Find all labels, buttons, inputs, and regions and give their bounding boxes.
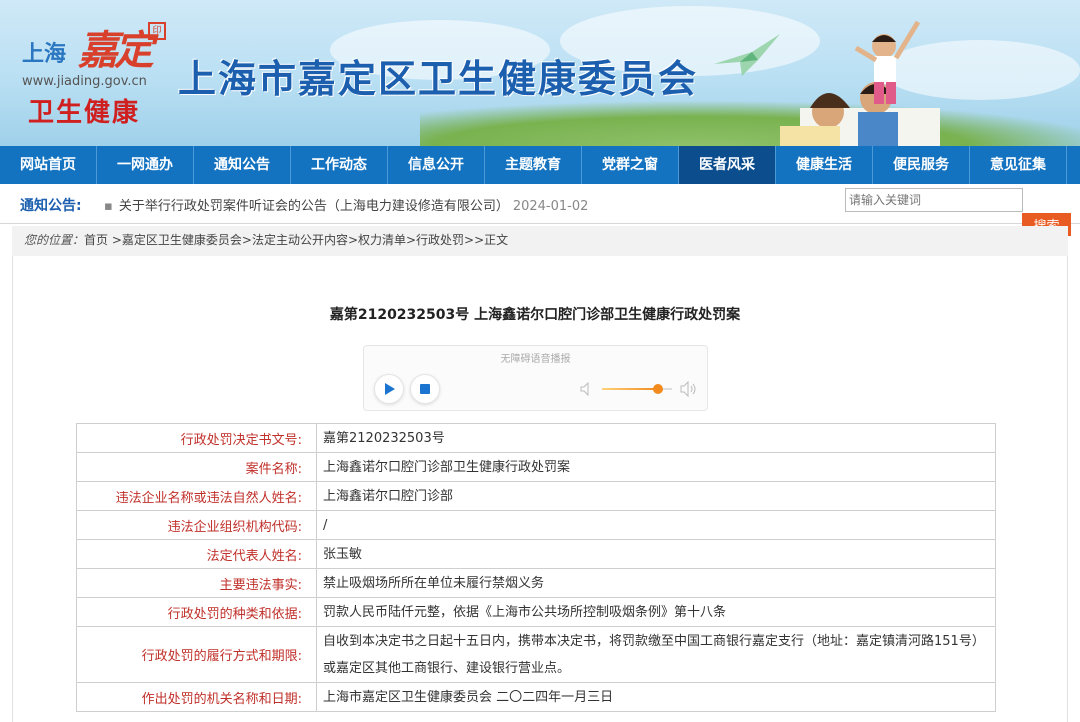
- table-row: 法定代表人姓名: 张玉敏: [76, 539, 996, 569]
- field-value: 张玉敏: [316, 539, 996, 569]
- table-row: 主要违法事实: 禁止吸烟场所所在单位未履行禁烟义务: [76, 568, 996, 598]
- volume-slider[interactable]: [602, 384, 672, 394]
- search-input[interactable]: [845, 188, 1023, 212]
- bullet-icon: ▪: [104, 199, 113, 214]
- field-label: 主要违法事实:: [76, 568, 317, 598]
- logo-subtitle: 卫生健康: [28, 98, 141, 128]
- field-label: 违法企业组织机构代码:: [76, 510, 317, 540]
- paper-bird-icon: [714, 34, 780, 76]
- nav-item[interactable]: 一网通办: [97, 146, 194, 184]
- audio-player: 无障碍语音播报: [363, 345, 708, 411]
- field-value: /: [316, 510, 996, 540]
- nav-item[interactable]: 医者风采: [679, 146, 776, 184]
- nav-item[interactable]: 通知公告: [194, 146, 291, 184]
- nav-item[interactable]: 主题教育: [485, 146, 582, 184]
- field-value: 罚款人民币陆仟元整，依据《上海市公共场所控制吸烟条例》第十八条: [316, 597, 996, 627]
- nav-item[interactable]: 工作动态: [291, 146, 388, 184]
- field-label: 违法企业名称或违法自然人姓名:: [76, 481, 317, 511]
- logo-seal-icon: 印: [148, 22, 166, 40]
- main-nav: 网站首页 一网通办 通知公告 工作动态 信息公开 主题教育 党群之窗 医者风采 健康生活 便民服务…: [0, 146, 1080, 184]
- field-value: 上海鑫诺尔口腔门诊部: [316, 481, 996, 511]
- family-photo-image: [780, 20, 940, 146]
- volume-high-icon: [680, 381, 696, 397]
- nav-item[interactable]: 便民服务: [873, 146, 970, 184]
- field-value: 上海市嘉定区卫生健康委员会 二〇二四年一月三日: [316, 682, 996, 712]
- table-row: 行政处罚的种类和依据: 罚款人民币陆仟元整，依据《上海市公共场所控制吸烟条例》第十…: [76, 597, 996, 627]
- nav-item[interactable]: 党群之窗: [582, 146, 679, 184]
- field-label: 行政处罚的履行方式和期限:: [76, 626, 317, 683]
- breadcrumb-label: 您的位置：: [24, 233, 85, 247]
- player-label: 无障碍语音播报: [500, 354, 571, 365]
- volume-fill: [602, 388, 658, 390]
- field-value: 自收到本决定书之日起十五日内，携带本决定书，将罚款缴至中国工商银行嘉定支行（地址…: [316, 626, 996, 683]
- table-row: 案件名称: 上海鑫诺尔口腔门诊部卫生健康行政处罚案: [76, 452, 996, 482]
- table-row: 违法企业组织机构代码: /: [76, 510, 996, 540]
- site-title: 上海市嘉定区卫生健康委员会: [178, 57, 699, 101]
- hills-decoration: [420, 100, 1080, 146]
- volume-low-icon: [580, 382, 589, 396]
- field-value: 禁止吸烟场所所在单位未履行禁烟义务: [316, 568, 996, 598]
- penalty-info-table: 行政处罚决定书文号: 嘉第2120232503号 案件名称: 上海鑫诺尔口腔门诊部卫生…: [76, 423, 996, 712]
- table-row: 违法企业名称或违法自然人姓名: 上海鑫诺尔口腔门诊部: [76, 481, 996, 511]
- nav-item[interactable]: 意见征集: [970, 146, 1067, 184]
- table-row: 作出处罚的机关名称和日期: 上海市嘉定区卫生健康委员会 二〇二四年一月三日: [76, 682, 996, 712]
- play-button[interactable]: [374, 374, 404, 404]
- logo-city-text: 上海: [22, 42, 67, 67]
- field-value: 上海鑫诺尔口腔门诊部卫生健康行政处罚案: [316, 452, 996, 482]
- field-label: 行政处罚决定书文号:: [76, 423, 317, 453]
- table-row: 行政处罚的履行方式和期限: 自收到本决定书之日起十五日内，携带本决定书，将罚款缴至…: [76, 626, 996, 683]
- field-label: 作出处罚的机关名称和日期:: [76, 682, 317, 712]
- logo-url: www.jiading.gov.cn: [22, 74, 147, 89]
- nav-item[interactable]: 健康生活: [776, 146, 873, 184]
- field-value: 嘉第2120232503号: [316, 423, 996, 453]
- breadcrumb-path[interactable]: 首页 >嘉定区卫生健康委员会>法定主动公开内容>权力清单>行政处罚>>正文: [84, 233, 508, 247]
- notice-label: 通知公告:: [20, 198, 82, 214]
- logo-calligraphy: 嘉定: [78, 27, 154, 74]
- breadcrumb: 您的位置：首页 >嘉定区卫生健康委员会>法定主动公开内容>权力清单>行政处罚>>…: [12, 226, 1068, 256]
- table-row: 行政处罚决定书文号: 嘉第2120232503号: [76, 423, 996, 453]
- stop-icon: [420, 384, 430, 394]
- field-label: 案件名称:: [76, 452, 317, 482]
- nav-item[interactable]: 信息公开: [388, 146, 485, 184]
- notice-link[interactable]: ▪ 关于举行行政处罚案件听证会的公告（上海电力建设修造有限公司） 2024-01-0…: [104, 195, 588, 214]
- header-banner: 上海 嘉定 印 www.jiading.gov.cn 卫生健康 上海市嘉定区卫生…: [0, 0, 1080, 146]
- field-label: 行政处罚的种类和依据:: [76, 597, 317, 627]
- notice-text: 关于举行行政处罚案件听证会的公告（上海电力建设修造有限公司）: [118, 199, 509, 214]
- stop-button[interactable]: [410, 374, 440, 404]
- play-icon: [385, 383, 395, 395]
- volume-knob[interactable]: [653, 384, 663, 394]
- document-title: 嘉第2120232503号 上海鑫诺尔口腔门诊部卫生健康行政处罚案: [329, 307, 741, 323]
- nav-item[interactable]: 网站首页: [0, 146, 97, 184]
- notice-date: 2024-01-02: [512, 199, 589, 214]
- field-label: 法定代表人姓名:: [76, 539, 317, 569]
